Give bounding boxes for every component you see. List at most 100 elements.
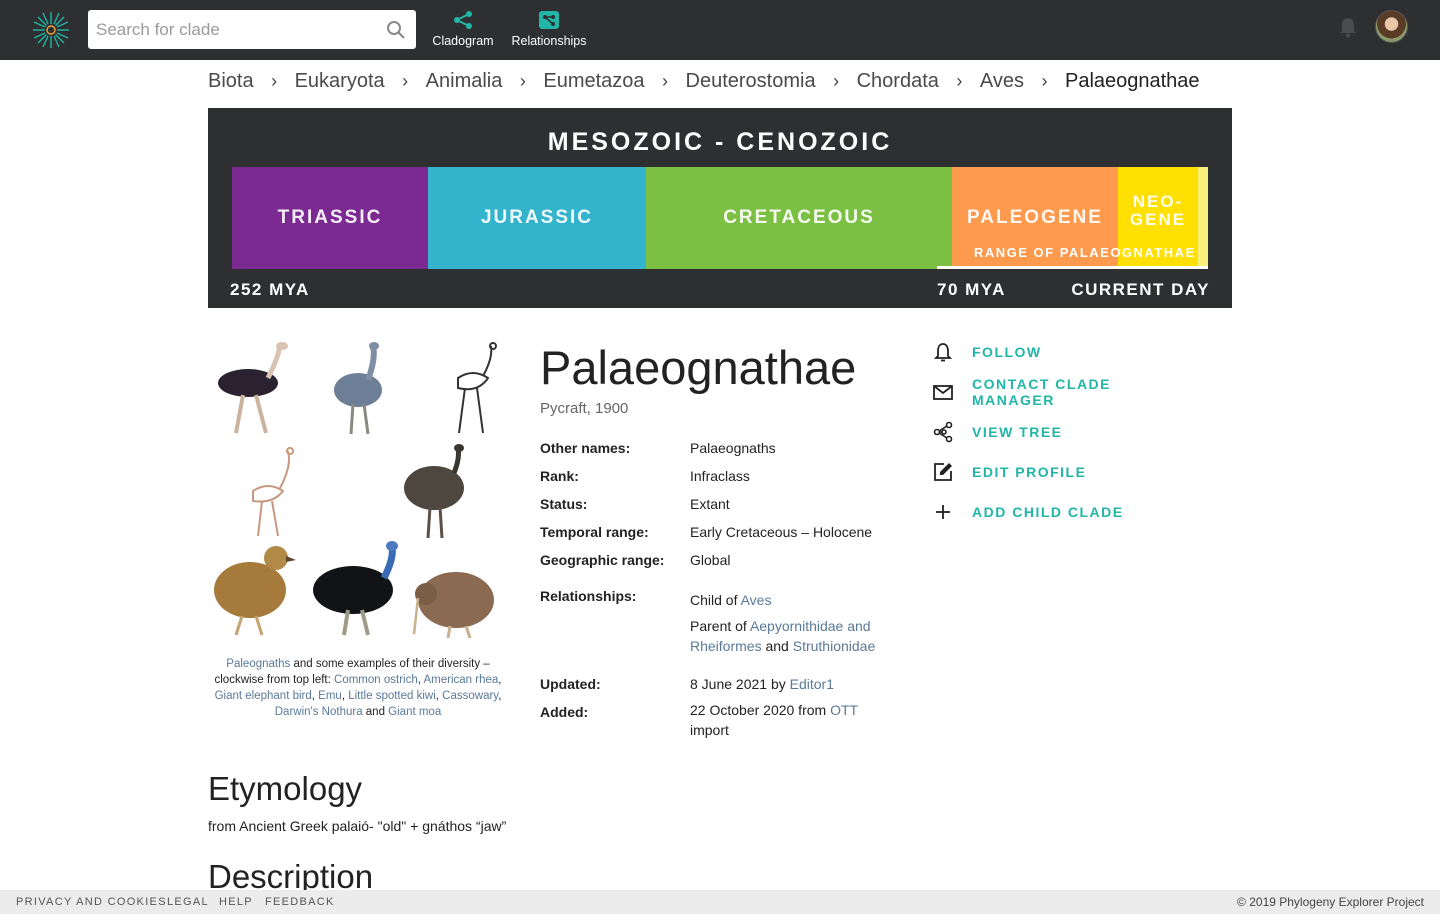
breadcrumb: Biota › Eukaryota › Animalia › Eumetazoa… [208, 68, 1200, 94]
breadcrumb-animalia[interactable]: Animalia [426, 70, 503, 93]
clade-image[interactable] [208, 338, 508, 644]
kiwi-image [412, 572, 494, 638]
chevron-right-icon: › [662, 70, 669, 91]
caption-link-cassowary[interactable]: Cassowary [442, 690, 498, 702]
range-label: RANGE OF PALAEOGNATHAE [974, 245, 1196, 260]
parent-of-and: and [761, 638, 793, 654]
feedback-link[interactable]: FEEDBACK [265, 896, 335, 908]
geographic-range-label: Geographic range: [540, 552, 665, 568]
emu-image [404, 444, 464, 539]
added-prefix: 22 October 2020 from [690, 702, 831, 718]
caption-comma: , [498, 674, 502, 686]
parent-clade-link[interactable]: Aves [741, 592, 772, 608]
follow-button[interactable]: FOLLOW [932, 340, 1192, 364]
nothura-image [214, 546, 296, 636]
breadcrumb-eumetazoa[interactable]: Eumetazoa [543, 70, 644, 93]
bell-icon [933, 343, 953, 362]
breadcrumb-biota[interactable]: Biota [208, 70, 254, 93]
chevron-right-icon: › [402, 70, 409, 91]
view-tree-button[interactable]: VIEW TREE [932, 420, 1192, 444]
child-clade-link[interactable]: Struthionidae [793, 638, 876, 654]
other-names-value: Palaeognaths [690, 440, 776, 456]
caption-link-ostrich[interactable]: Common ostrich [334, 674, 418, 686]
period-jurassic: JURASSIC [428, 167, 646, 269]
caption-link-moa[interactable]: Giant moa [388, 706, 441, 718]
breadcrumb-deuterostomia[interactable]: Deuterostomia [686, 70, 816, 93]
relationships-nav-button[interactable]: Relationships [506, 10, 592, 54]
add-child-clade-button[interactable]: ADD CHILD CLADE [932, 500, 1192, 524]
added-suffix: import [690, 722, 729, 738]
status-value: Extant [690, 496, 730, 512]
caption-link-emu[interactable]: Emu [318, 690, 342, 702]
elephant-bird-skeleton-image [457, 342, 497, 434]
relationships-label: Relationships: [540, 588, 637, 604]
caption-link-nothura[interactable]: Darwin's Nothura [275, 706, 363, 718]
cassowary-image [313, 541, 398, 636]
relationships-child-of: Child of Aves [690, 590, 900, 610]
breadcrumb-aves[interactable]: Aves [980, 70, 1024, 93]
rank-label: Rank: [540, 468, 579, 484]
etymology-heading: Etymology [208, 770, 363, 807]
period-quaternary [1198, 167, 1208, 269]
timeline-title: MESOZOIC - CENOZOIC [547, 128, 893, 156]
plus-icon [936, 505, 950, 519]
geologic-timeline: MESOZOIC - CENOZOIC TRIASSIC JURASSIC CR… [208, 108, 1232, 308]
view-tree-label: VIEW TREE [972, 424, 1063, 440]
copyright: © 2019 Phylogeny Explorer Project [1237, 895, 1424, 909]
top-bar: Cladogram Relationships [0, 0, 1440, 60]
range-bar [937, 266, 1208, 269]
share-nodes-icon [933, 421, 953, 443]
timeline-end-label: CURRENT DAY [1071, 280, 1210, 299]
period-triassic: TRIASSIC [232, 167, 428, 269]
parent-of-prefix: Parent of [690, 618, 750, 634]
relationships-parent-of: Parent of Aepyornithidae and Rheiformes … [690, 616, 900, 656]
edit-profile-button[interactable]: EDIT PROFILE [932, 460, 1192, 484]
user-avatar[interactable] [1375, 10, 1408, 43]
contact-clade-manager-button[interactable]: CONTACT CLADE MANAGER [932, 376, 1192, 408]
mail-icon [933, 385, 953, 400]
caption-link-paleognaths[interactable]: Paleognaths [226, 658, 290, 670]
source-link[interactable]: OTT [830, 702, 858, 718]
caption-comma: , [498, 690, 502, 702]
updated-label: Updated: [540, 676, 601, 692]
breadcrumb-chordata[interactable]: Chordata [857, 70, 939, 93]
timeline-start-label: 252 MYA [230, 280, 310, 299]
search-input[interactable] [88, 10, 368, 49]
search-box [88, 10, 416, 49]
etymology-text: from Ancient Greek palaió- "old" + gnáth… [208, 818, 507, 834]
cladogram-nav-button[interactable]: Cladogram [428, 10, 498, 54]
caption-link-rhea[interactable]: American rhea [424, 674, 499, 686]
relationships-nav-label: Relationships [511, 34, 587, 48]
caption-link-kiwi[interactable]: Little spotted kiwi [348, 690, 436, 702]
other-names-label: Other names: [540, 440, 631, 456]
temporal-range-label: Temporal range: [540, 524, 649, 540]
rank-value: Infraclass [690, 468, 750, 484]
added-value: 22 October 2020 from OTT import [690, 700, 900, 740]
cladogram-nav-label: Cladogram [432, 34, 494, 48]
page-title: Palaeognathae [540, 341, 857, 394]
chevron-right-icon: › [833, 70, 840, 91]
range-start-label: 70 MYA [937, 280, 1006, 299]
updated-prefix: 8 June 2021 by [690, 676, 790, 692]
chevron-right-icon: › [956, 70, 963, 91]
geographic-range-value: Global [690, 552, 731, 568]
help-link[interactable]: HELP [219, 896, 253, 908]
phylogeny-logo-icon[interactable] [31, 10, 71, 50]
caption-link-elephant-bird[interactable]: Giant elephant bird [215, 690, 312, 702]
notifications-bell-icon[interactable] [1338, 16, 1358, 38]
search-icon[interactable] [386, 20, 406, 40]
edit-profile-label: EDIT PROFILE [972, 464, 1087, 480]
editor-link[interactable]: Editor1 [790, 676, 834, 692]
breadcrumb-current: Palaeognathae [1064, 69, 1200, 92]
relationships-icon [539, 11, 559, 29]
contact-clade-manager-label: CONTACT CLADE MANAGER [972, 376, 1112, 408]
add-child-clade-label: ADD CHILD CLADE [972, 504, 1124, 520]
breadcrumb-eukaryota[interactable]: Eukaryota [295, 70, 385, 93]
ostrich-image [218, 342, 288, 434]
clade-authority: Pycraft, 1900 [540, 400, 629, 417]
chevron-right-icon: › [1041, 70, 1048, 91]
privacy-link[interactable]: PRIVACY AND COOKIES [16, 896, 167, 908]
follow-label: FOLLOW [972, 344, 1042, 360]
legal-link[interactable]: LEGAL [167, 896, 209, 908]
image-caption: Paleognaths and some examples of their d… [208, 656, 508, 720]
